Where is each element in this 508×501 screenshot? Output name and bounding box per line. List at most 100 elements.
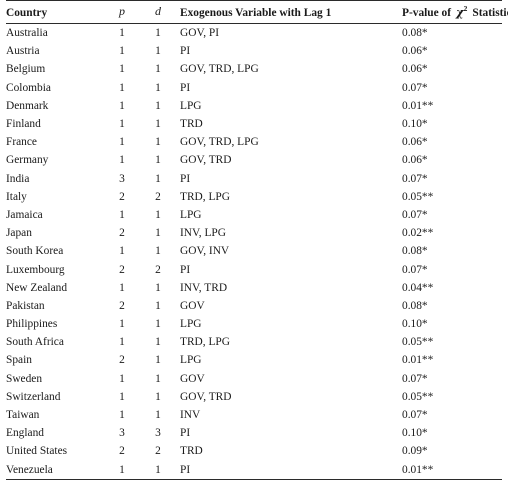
cell-p: 3: [119, 427, 125, 440]
cell-d: 1: [155, 45, 161, 58]
cell-p: 2: [119, 354, 125, 367]
cell-pvalue: 0.04**: [402, 281, 434, 294]
cell-country: Venezuela: [6, 460, 104, 480]
cell-p: 2: [119, 227, 125, 240]
table-row: United States 2 2 TRD 0.09*: [6, 442, 502, 460]
cell-d: 1: [155, 27, 161, 40]
cell-exogenous: LPG: [180, 208, 202, 221]
cell-exogenous: PI: [180, 45, 191, 58]
cell-exogenous: PI: [176, 460, 398, 480]
cell-pvalue: 0.07*: [402, 81, 428, 94]
cell-country: Taiwan: [6, 409, 40, 422]
table-row: Spain 2 1 LPG 0.01**: [6, 351, 502, 369]
cell-country: Pakistan: [6, 299, 45, 312]
cell-country: India: [6, 172, 30, 185]
cell-pvalue: 0.05**: [402, 336, 434, 349]
cell-p: 1: [119, 409, 125, 422]
column-header-p: p: [104, 0, 140, 24]
pvalue-header-prefix: P-value of: [402, 7, 452, 19]
cell-d: 1: [155, 390, 161, 403]
cell-exogenous: PI: [180, 427, 191, 440]
cell-pvalue: 0.06*: [402, 136, 428, 149]
cell-d: 2: [155, 263, 161, 276]
cell-exogenous: PI: [180, 263, 191, 276]
table-header: Country p d Exogenous Variable with Lag …: [6, 0, 508, 24]
cell-exogenous: GOV: [180, 372, 205, 385]
cell-pvalue: 0.09*: [402, 445, 428, 458]
table-row: Taiwan 1 1 INV 0.07*: [6, 406, 502, 424]
table-row: South Korea 1 1 GOV, INV 0.08*: [6, 242, 502, 260]
cell-pvalue: 0.02**: [402, 227, 434, 240]
cell-d: 1: [155, 354, 161, 367]
cell-p: 1: [119, 118, 125, 131]
cell-d: 3: [155, 427, 161, 440]
cell-exogenous: INV, TRD: [180, 281, 228, 294]
cell-exogenous: LPG: [180, 99, 202, 112]
table-row: Sweden 1 1 GOV 0.07*: [6, 370, 502, 388]
cell-p: 3: [119, 172, 125, 185]
cell-exogenous: PI: [180, 81, 191, 94]
cell-country: Colombia: [6, 81, 51, 94]
cell-country: Switzerland: [6, 390, 61, 403]
cell-exogenous: TRD, LPG: [180, 336, 230, 349]
table-header-row: Country p d Exogenous Variable with Lag …: [6, 0, 508, 24]
cell-d: 1: [155, 208, 161, 221]
cell-country: United States: [6, 445, 68, 458]
cell-p: 1: [119, 245, 125, 258]
cell-pvalue: 0.07*: [402, 263, 428, 276]
table-row: Japan 2 1 INV, LPG 0.02**: [6, 224, 502, 242]
chi-exponent: 2: [463, 4, 468, 14]
cell-exogenous: GOV, TRD: [180, 154, 232, 167]
cell-pvalue: 0.08*: [402, 27, 428, 40]
cell-country: Italy: [6, 190, 27, 203]
table-row: Venezuela 1 1 PI 0.01**: [6, 460, 502, 480]
cell-d: 1: [155, 409, 161, 422]
cell-country: Sweden: [6, 372, 43, 385]
cell-d: 1: [155, 154, 161, 167]
cell-d: 1: [155, 118, 161, 131]
cell-pvalue: 0.06*: [402, 63, 428, 76]
table-row: Luxembourg 2 2 PI 0.07*: [6, 260, 502, 278]
cell-exogenous: GOV, PI: [180, 27, 220, 40]
cell-pvalue: 0.08*: [402, 245, 428, 258]
cell-country: Australia: [6, 27, 48, 40]
cell-p: 1: [119, 390, 125, 403]
exogenous-variable-table: Country p d Exogenous Variable with Lag …: [6, 0, 508, 480]
cell-exogenous: INV: [180, 409, 201, 422]
cell-exogenous: LPG: [180, 318, 202, 331]
table-row: Italy 2 2 TRD, LPG 0.05**: [6, 188, 502, 206]
cell-country: South Korea: [6, 245, 64, 258]
cell-country: Germany: [6, 154, 49, 167]
table-body: Australia 1 1 GOV, PI 0.08* Austria 1 1 PI 0.06* B…: [6, 24, 502, 480]
cell-p: 1: [119, 281, 125, 294]
cell-d: 1: [155, 372, 161, 385]
cell-pvalue: 0.07*: [402, 372, 428, 385]
cell-p: 2: [119, 190, 125, 203]
cell-pvalue: 0.07*: [402, 409, 428, 422]
cell-pvalue: 0.06*: [402, 45, 428, 58]
cell-d: 1: [155, 318, 161, 331]
table-row: England 3 3 PI 0.10*: [6, 424, 502, 442]
table-row: France 1 1 GOV, TRD, LPG 0.06*: [6, 133, 502, 151]
cell-d: 1: [155, 99, 161, 112]
cell-country: England: [6, 427, 44, 440]
cell-pvalue: 0.05**: [402, 190, 434, 203]
cell-pvalue: 0.01**: [398, 460, 502, 480]
cell-exogenous: TRD: [180, 445, 203, 458]
cell-exogenous: GOV: [180, 299, 205, 312]
cell-p: 1: [119, 136, 125, 149]
cell-d: 1: [155, 136, 161, 149]
cell-country: Japan: [6, 227, 32, 240]
cell-country: New Zealand: [6, 281, 68, 294]
cell-d: 1: [155, 299, 161, 312]
cell-d: 1: [155, 245, 161, 258]
cell-d: 1: [155, 63, 161, 76]
cell-d: 1: [140, 460, 176, 480]
table-row: Australia 1 1 GOV, PI 0.08*: [6, 24, 502, 43]
column-header-country: Country: [6, 0, 104, 24]
cell-p: 1: [119, 81, 125, 94]
cell-p: 2: [119, 299, 125, 312]
cell-country: Philippines: [6, 318, 58, 331]
table-row: Austria 1 1 PI 0.06*: [6, 42, 502, 60]
cell-country: Luxembourg: [6, 263, 65, 276]
